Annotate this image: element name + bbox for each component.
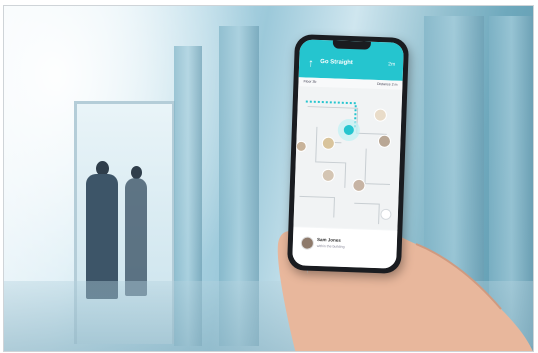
- avatar: [300, 236, 315, 250]
- distance-detail: Distance 2 m: [376, 81, 398, 87]
- photo-frame: ↑ Go Straight 2m Floor 3b Distance 2 m S…: [3, 5, 534, 352]
- floor-label: Floor 3b: [303, 79, 317, 84]
- person-silhouette: [125, 178, 147, 296]
- phone-screen: ↑ Go Straight 2m Floor 3b Distance 2 m S…: [292, 39, 404, 269]
- contact-name: Sam Jones: [316, 236, 341, 243]
- smartphone: ↑ Go Straight 2m Floor 3b Distance 2 m S…: [286, 34, 410, 274]
- distance-label: 2m: [388, 61, 396, 68]
- indoor-map[interactable]: [293, 86, 403, 230]
- contact-card[interactable]: Sam Jones within the building: [292, 227, 398, 269]
- contact-detail: within the building: [316, 243, 345, 249]
- map-drawing: [295, 100, 392, 225]
- direction-title: Go Straight: [320, 58, 353, 67]
- up-arrow-icon: ↑: [307, 57, 314, 70]
- phone-notch: [332, 40, 371, 50]
